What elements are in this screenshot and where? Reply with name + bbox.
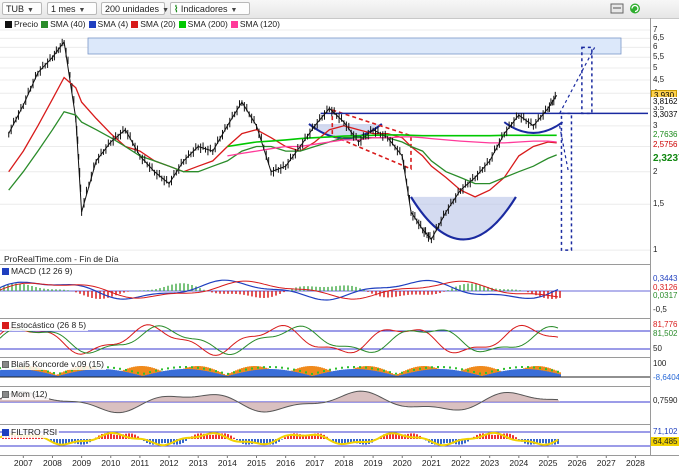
- price-axis-tick: 1,5: [653, 199, 665, 209]
- x-axis-tick: 2012: [159, 458, 179, 468]
- price-axis-tick: 5,5: [653, 52, 665, 62]
- x-axis-tick: 2018: [334, 458, 354, 468]
- x-axis-tick: 2008: [42, 458, 62, 468]
- x-axis-tick: 2028: [625, 458, 645, 468]
- x-axis-line: [0, 455, 679, 456]
- panel-separator: [0, 318, 650, 319]
- x-axis-tick: 2021: [421, 458, 441, 468]
- stoch-axis-tick: 50: [651, 344, 664, 353]
- x-axis-tick: 2017: [305, 458, 325, 468]
- macd-axis-tick: 0,3443: [651, 274, 679, 283]
- mom-axis-tick: 0,7590: [651, 396, 679, 405]
- mom-title: Mom (12): [2, 389, 50, 400]
- koncorde-axis-tick: -8,6404: [651, 373, 679, 382]
- stoch-title: Estocástico (26 8 5): [2, 320, 89, 331]
- price-axis-tick: 5: [653, 63, 658, 73]
- price-tag: 2,3237: [651, 153, 679, 163]
- x-axis-tick: 2014: [217, 458, 237, 468]
- stoch-axis-tick: 81,502: [651, 329, 679, 338]
- x-axis-tick: 2027: [596, 458, 616, 468]
- x-axis-tick: 2015: [247, 458, 266, 468]
- price-axis-tick: 1: [653, 245, 658, 255]
- x-axis-tick: 2020: [392, 458, 412, 468]
- price-axis-tick: 2: [653, 166, 658, 176]
- price-tag: 3,8162: [651, 96, 679, 106]
- chart-canvas[interactable]: [0, 0, 679, 468]
- source-note: ProRealTime.com - Fin de Día: [4, 254, 119, 264]
- price-axis-tick: 3: [653, 120, 658, 130]
- koncorde-title: Blai5 Koncorde v.09 (15): [2, 359, 106, 370]
- x-axis-tick: 2025: [538, 458, 558, 468]
- koncorde-label: Blai5 Koncorde v.09 (15): [11, 359, 104, 369]
- panel-separator: [0, 386, 650, 387]
- price-tag: 2,5756: [651, 140, 679, 150]
- target-zone-box: [87, 37, 622, 55]
- rsi-axis-tick: 71,102: [651, 427, 679, 436]
- price-axis-tick: 6: [653, 42, 658, 52]
- koncorde-axis-tick: 100: [651, 359, 669, 368]
- rsi-label: FILTRO RSI: [11, 427, 58, 437]
- x-axis-tick: 2011: [130, 458, 150, 468]
- macd-axis-tick: -0,5: [651, 305, 669, 314]
- price-axis-tick: 6,5: [653, 33, 665, 43]
- x-axis-tick: 2007: [13, 458, 33, 468]
- rsi-axis-tick: 64,485: [651, 437, 679, 446]
- x-axis-tick: 2023: [480, 458, 500, 468]
- stoch-axis-tick: 81,776: [651, 320, 679, 329]
- price-tag: 2,7636: [651, 130, 679, 140]
- macd-label: MACD (12 26 9): [11, 266, 73, 276]
- x-axis-tick: 2016: [276, 458, 296, 468]
- x-axis-tick: 2026: [567, 458, 587, 468]
- mom-label: Mom (12): [11, 389, 48, 399]
- x-axis-tick: 2019: [363, 458, 383, 468]
- x-axis-tick: 2009: [72, 458, 92, 468]
- price-axis-tick: 4,5: [653, 74, 665, 84]
- x-axis-tick: 2013: [188, 458, 208, 468]
- price-tag: 3,3037: [651, 109, 679, 119]
- macd-axis-tick: 0,0317: [651, 291, 679, 300]
- projection-down-box: [560, 112, 573, 251]
- price-axis-line: [650, 18, 651, 456]
- panel-separator: [0, 424, 650, 425]
- x-axis-tick: 2022: [451, 458, 470, 468]
- x-axis-tick: 2010: [101, 458, 121, 468]
- panel-separator: [0, 357, 650, 358]
- x-axis-tick: 2024: [509, 458, 529, 468]
- stoch-label: Estocástico (26 8 5): [11, 320, 87, 330]
- rsi-title: FILTRO RSI: [2, 427, 60, 438]
- macd-title: MACD (12 26 9): [2, 266, 75, 277]
